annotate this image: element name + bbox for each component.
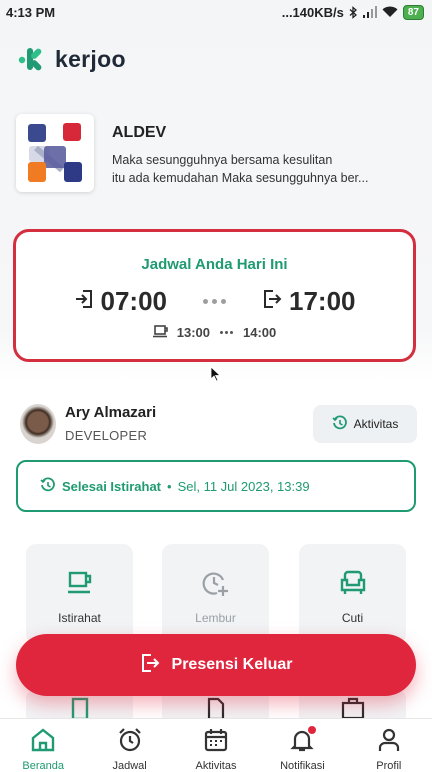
armchair-icon: [299, 570, 406, 596]
company-name: ALDEV: [112, 124, 167, 141]
coffee-cup-icon: [26, 570, 133, 596]
schedule-title: Jadwal Anda Hari Ini: [141, 256, 288, 273]
kerjoo-logo-icon: [18, 44, 48, 74]
user-row: Ary Almazari DEVELOPER Aktivitas: [20, 402, 420, 450]
nav-label: Profil: [376, 760, 402, 772]
avatar[interactable]: [20, 404, 56, 444]
bottom-nav: Beranda Jadwal Aktivitas Notifikasi Prof…: [0, 718, 432, 772]
nav-item-aktivitas[interactable]: Aktivitas: [173, 719, 259, 772]
person-icon: [346, 727, 432, 753]
login-icon: [74, 289, 94, 314]
user-role: DEVELOPER: [65, 428, 148, 443]
break-status-bar[interactable]: Selesai Istirahat • Sel, 11 Jul 2023, 13…: [16, 460, 416, 512]
app-logo-text: kerjoo: [55, 45, 126, 72]
app-logo: kerjoo: [18, 44, 126, 74]
tile-cuti[interactable]: Cuti: [299, 544, 406, 644]
nav-label: Notifikasi: [280, 760, 325, 772]
nav-label: Aktivitas: [195, 760, 237, 772]
alarm-clock-icon: [86, 727, 172, 753]
company-tagline: Maka sesungguhnya bersama kesulitan itu …: [112, 151, 410, 187]
break-start-time: 13:00: [176, 325, 210, 340]
document-icon: [162, 696, 269, 720]
time-separator-dots: [203, 299, 226, 304]
presensi-keluar-button[interactable]: Presensi Keluar: [16, 634, 416, 696]
logout-icon: [140, 653, 160, 678]
nav-item-jadwal[interactable]: Jadwal: [86, 719, 172, 772]
nav-item-beranda[interactable]: Beranda: [0, 719, 86, 772]
network-speed: ...140KB/s: [281, 4, 344, 20]
activity-button[interactable]: Aktivitas: [313, 405, 417, 443]
company-logo-icon: [16, 114, 94, 192]
nav-item-notifikasi[interactable]: Notifikasi: [259, 719, 345, 772]
tile-label: Istirahat: [58, 611, 101, 625]
tile-label: Lembur: [195, 611, 236, 625]
end-time: 17:00: [289, 286, 356, 316]
home-icon: [0, 727, 86, 753]
nav-label: Beranda: [22, 760, 64, 772]
door-icon: [26, 696, 133, 720]
break-end-time: 14:00: [243, 325, 277, 340]
start-time: 07:00: [100, 286, 168, 316]
start-time-block: 07:00: [74, 286, 168, 317]
status-time: 4:13 PM: [6, 4, 56, 20]
tile-lembur[interactable]: Lembur: [162, 544, 269, 644]
clock-plus-icon: [162, 570, 269, 598]
tile-label: Cuti: [341, 611, 364, 625]
status-bar: 4:13 PM ...140KB/s 87: [0, 0, 432, 24]
presensi-keluar-label: Presensi Keluar: [171, 656, 293, 673]
mouse-cursor-icon: [210, 366, 222, 387]
calendar-icon: [173, 727, 259, 753]
break-separator-dots: [220, 331, 233, 334]
bluetooth-icon: [349, 5, 358, 19]
battery-badge: 87: [402, 4, 424, 20]
history-icon: [332, 414, 348, 434]
end-time-block: 17:00: [262, 286, 356, 317]
tile-istirahat[interactable]: Istirahat: [26, 544, 133, 644]
company-tagline-line1: Maka sesungguhnya bersama kesulitan: [112, 153, 333, 167]
bell-icon: [259, 727, 345, 753]
break-time-row: 13:00 14:00: [16, 324, 413, 341]
menu-tiles: Istirahat Lembur Cuti: [26, 544, 406, 644]
status-icons: ...140KB/s 87: [281, 4, 424, 20]
user-name: Ary Almazari: [65, 404, 157, 421]
break-status-datetime: Sel, 11 Jul 2023, 13:39: [177, 478, 310, 494]
schedule-card[interactable]: Jadwal Anda Hari Ini 07:00 17:00 13:00 1…: [13, 229, 416, 362]
break-status-separator: •: [167, 478, 172, 494]
briefcase-icon: [299, 696, 406, 720]
signal-icon: [362, 6, 377, 18]
history-icon: [40, 476, 56, 496]
activity-button-label: Aktivitas: [353, 417, 399, 431]
nav-item-profil[interactable]: Profil: [346, 719, 432, 772]
coffee-cup-icon: [152, 324, 169, 341]
company-tagline-line2: itu ada kemudahan Maka sesungguhnya ber.…: [112, 171, 369, 185]
company-card: ALDEV Maka sesungguhnya bersama kesulita…: [16, 114, 416, 194]
break-status-label: Selesai Istirahat: [62, 478, 161, 494]
nav-label: Jadwal: [112, 760, 147, 772]
wifi-icon: [382, 6, 398, 18]
schedule-time-row: 07:00 17:00: [16, 286, 413, 317]
logout-icon: [262, 289, 282, 314]
